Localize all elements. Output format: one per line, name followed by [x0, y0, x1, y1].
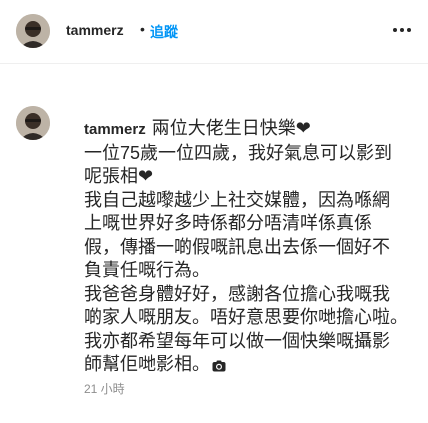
caption-username[interactable]: tammerz: [84, 121, 146, 138]
caption-avatar[interactable]: [16, 106, 50, 140]
header-username[interactable]: tammerz: [66, 22, 124, 38]
caption-line: 上嘅世界好多時係都分唔清咩係真係: [84, 213, 372, 233]
caption-line: 我爸爸身體好好，感謝各位擔心我嘅我: [84, 283, 390, 304]
post-header: tammerz • 追蹤: [0, 0, 428, 64]
post-timestamp[interactable]: 21 小時: [84, 380, 125, 397]
caption-line: 我亦都希望每年可以做一個快樂嘅攝影: [84, 330, 390, 351]
avatar-photo-icon: [16, 106, 50, 140]
caption-line: 啲家人嘅朋友。唔好意思要你哋擔心啦。: [84, 307, 408, 327]
profile-avatar[interactable]: [16, 14, 50, 48]
separator-dot: •: [140, 21, 145, 37]
caption-line: tammerz 兩位大佬生日快樂❤: [84, 117, 420, 142]
post-caption: tammerz 兩位大佬生日快樂❤ 一位75歲一位四歲，我好氣息可以影到 呢張相❤…: [84, 117, 420, 379]
follow-button[interactable]: 追蹤: [150, 22, 178, 42]
caption-text: 兩位大佬生日快樂❤: [151, 118, 311, 138]
caption-line: 師幫佢哋影相。: [84, 353, 420, 379]
avatar-photo-icon: [16, 14, 50, 48]
camera-icon: [212, 355, 226, 379]
caption-line: 一位75歲一位四歲，我好氣息可以影到: [84, 142, 393, 163]
caption-line: 呢張相❤: [84, 166, 154, 186]
caption-line: 負責任嘅行為。: [84, 260, 210, 280]
caption-text: 師幫佢哋影相。: [84, 354, 210, 374]
caption-line: 假，傳播一啲假嘅訊息出去係一個好不: [84, 236, 390, 257]
more-options-icon[interactable]: [390, 18, 414, 42]
caption-line: 我自己越嚟越少上社交媒體，因為喺網: [84, 189, 390, 210]
